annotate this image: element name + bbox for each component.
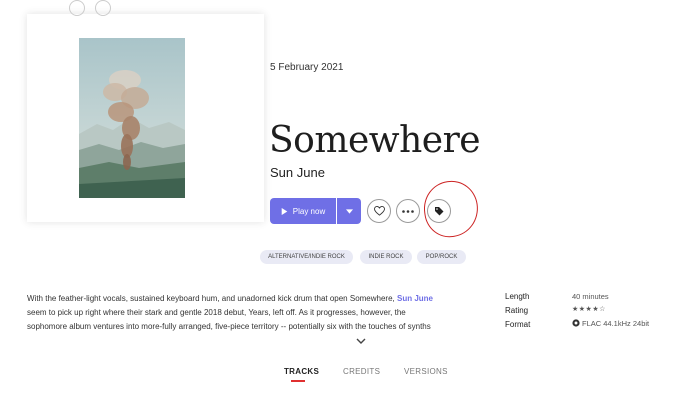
more-dots-icon — [402, 209, 414, 213]
play-icon — [281, 207, 288, 215]
description-line: sophomore album ventures into more-fully… — [27, 322, 431, 331]
track-control-button[interactable] — [95, 0, 111, 16]
play-now-button[interactable]: Play now — [270, 198, 336, 224]
format-value: FLAC 44.1kHz 24bit — [582, 319, 650, 328]
genre-tag[interactable]: INDIE ROCK — [360, 250, 412, 264]
caret-down-icon — [345, 208, 353, 214]
album-artist-link[interactable]: Sun June — [270, 165, 325, 180]
album-cover-art[interactable] — [79, 38, 185, 198]
content-tabs: TRACKS CREDITS VERSIONS — [0, 367, 690, 387]
rating-label: Rating — [505, 306, 529, 315]
play-options-dropdown[interactable] — [337, 198, 361, 224]
expand-description-icon[interactable] — [356, 338, 366, 344]
hi-res-icon — [572, 319, 580, 327]
play-now-label: Play now — [292, 206, 326, 216]
album-description: With the feather-light vocals, sustained… — [27, 292, 483, 334]
genre-tag[interactable]: POP/ROCK — [417, 250, 466, 264]
release-date: 5 February 2021 — [270, 62, 344, 73]
favorite-button[interactable] — [367, 199, 391, 223]
heart-icon — [373, 206, 385, 216]
length-label: Length — [505, 292, 530, 301]
tab-versions[interactable]: VERSIONS — [404, 367, 448, 376]
description-line: seem to pick up right where their stark … — [27, 308, 406, 317]
format-label: Format — [505, 320, 531, 329]
album-title: Somewhere — [269, 120, 481, 161]
format-value-row: FLAC 44.1kHz 24bit — [572, 319, 649, 328]
tab-tracks[interactable]: TRACKS — [284, 367, 319, 376]
genre-tag[interactable]: ALTERNATIVE/INDIE ROCK — [260, 250, 353, 264]
description-line: With the feather-light vocals, sustained… — [27, 294, 433, 303]
more-options-button[interactable] — [396, 199, 420, 223]
active-tab-indicator — [291, 380, 305, 382]
tab-credits[interactable]: CREDITS — [343, 367, 380, 376]
track-control-button[interactable] — [69, 0, 85, 16]
annotation-circle — [420, 177, 482, 241]
album-cover-card — [27, 14, 264, 222]
length-value: 40 minutes — [572, 292, 609, 301]
rating-stars: ★★★★☆ — [572, 306, 606, 313]
description-artist-link[interactable]: Sun June — [397, 294, 433, 303]
